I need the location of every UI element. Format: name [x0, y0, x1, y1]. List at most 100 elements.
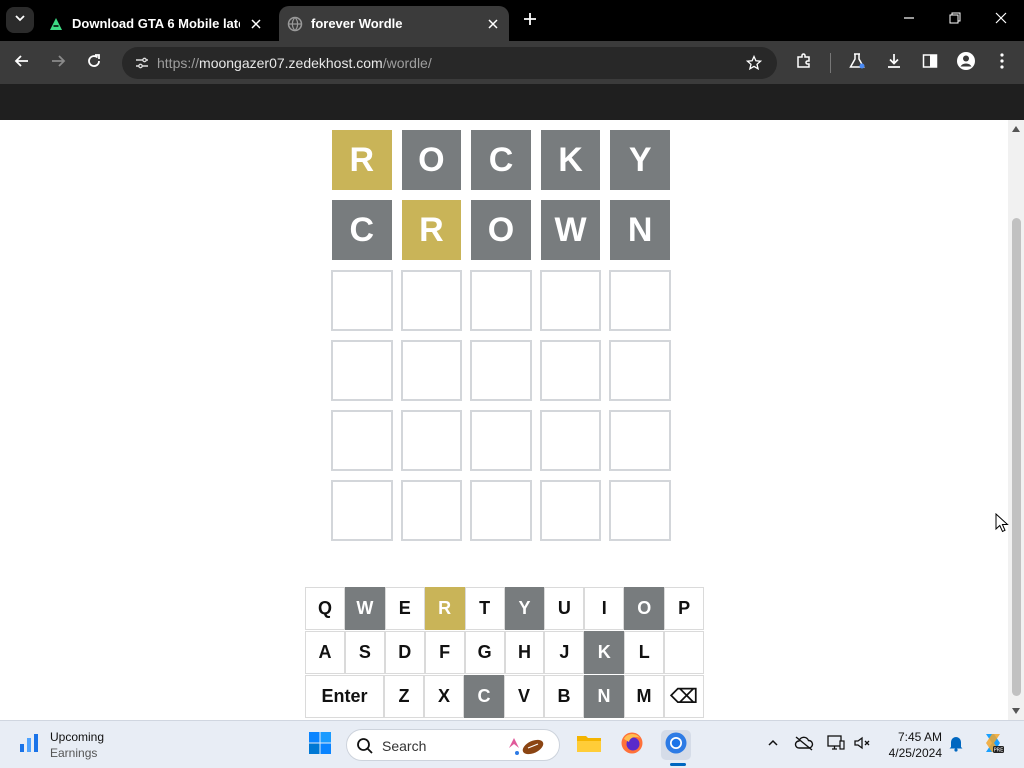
key-r[interactable]: R	[424, 587, 465, 630]
volume-tray-icon[interactable]	[852, 735, 872, 755]
browser-menu-button[interactable]	[988, 49, 1016, 77]
side-panel-icon	[921, 52, 939, 75]
close-icon[interactable]	[483, 14, 503, 34]
copilot-icon: PRE	[981, 731, 1005, 760]
enter-key[interactable]: Enter	[305, 675, 384, 718]
key-t[interactable]: T	[464, 587, 505, 630]
reload-button[interactable]	[80, 49, 108, 77]
tile-empty	[400, 270, 463, 331]
close-icon	[995, 11, 1007, 29]
tile-empty	[400, 480, 463, 541]
key-u[interactable]: U	[544, 587, 585, 630]
key-y[interactable]: Y	[504, 587, 545, 630]
tile-present: R	[401, 200, 462, 260]
key-f[interactable]: F	[424, 631, 465, 674]
browser-toolbar: https://moongazer07.zedekhost.com/wordle…	[0, 41, 1024, 84]
file-explorer-taskbar-button[interactable]	[574, 730, 604, 760]
firefox-taskbar-button[interactable]	[617, 730, 647, 760]
close-icon[interactable]	[246, 14, 266, 34]
tab-gta6-download[interactable]: Download GTA 6 Mobile latest	[40, 6, 272, 41]
windows-logo-icon	[308, 731, 332, 760]
downloads-button[interactable]	[880, 49, 908, 77]
minimize-button[interactable]	[897, 9, 921, 31]
keyboard-row: ASDFGHJKL	[305, 631, 705, 674]
key-i[interactable]: I	[584, 587, 625, 630]
key-s[interactable]: S	[344, 631, 385, 674]
tile-empty	[539, 270, 602, 331]
onedrive-tray-icon[interactable]	[794, 735, 814, 755]
tile-empty	[470, 480, 532, 541]
restore-button[interactable]	[943, 9, 967, 31]
site-settings-icon[interactable]	[130, 51, 154, 75]
labs-button[interactable]	[843, 49, 871, 77]
copilot-button[interactable]: PRE	[980, 732, 1006, 758]
clock-date: 4/25/2024	[888, 746, 942, 760]
tile-absent: O	[471, 200, 531, 260]
chevron-down-icon	[14, 11, 26, 29]
key-b[interactable]: B	[544, 675, 584, 718]
key-a[interactable]: A	[305, 631, 345, 674]
search-label: Search	[382, 738, 427, 754]
bookmark-star-icon[interactable]	[743, 52, 765, 74]
forward-button[interactable]	[44, 49, 72, 77]
wordle-page: ROCKYCROWN Q W E R T Y U I O P A S D F G H J K L Enter Z X C V B…	[0, 120, 1008, 720]
monitor-icon	[827, 734, 845, 756]
svg-text:PRE: PRE	[994, 747, 1004, 753]
scroll-up-icon[interactable]	[1011, 124, 1021, 134]
key-n[interactable]: N	[584, 675, 624, 718]
key-k[interactable]: K	[584, 631, 625, 674]
key-x[interactable]: X	[424, 675, 464, 718]
backspace-key[interactable]: ⌫	[664, 675, 704, 718]
backspace-icon: ⌫	[669, 686, 699, 708]
key-p[interactable]: P	[664, 587, 705, 630]
show-hidden-icons-button[interactable]	[763, 735, 783, 755]
tile-empty	[609, 410, 671, 471]
tile-empty	[331, 270, 393, 331]
key-e[interactable]: E	[384, 587, 425, 630]
close-window-button[interactable]	[989, 9, 1013, 31]
tab-forever-wordle[interactable]: forever Wordle	[279, 6, 509, 41]
board-row	[331, 410, 671, 471]
chrome-taskbar-button[interactable]	[661, 730, 691, 760]
key-g[interactable]: G	[464, 631, 505, 674]
key-d[interactable]: D	[384, 631, 425, 674]
widgets-button[interactable]: Upcoming Earnings	[18, 729, 104, 761]
url-scheme: https://	[157, 55, 200, 71]
address-bar[interactable]: https://moongazer07.zedekhost.com/wordle…	[122, 47, 777, 79]
scroll-down-icon[interactable]	[1011, 706, 1021, 716]
page-scrollbar[interactable]	[1008, 120, 1024, 720]
folder-icon	[576, 732, 602, 759]
cloud-off-icon	[794, 735, 814, 756]
key-o[interactable]: O	[624, 587, 665, 630]
key-h[interactable]: H	[504, 631, 545, 674]
key-v[interactable]: V	[504, 675, 544, 718]
tab-search-button[interactable]	[6, 7, 34, 33]
system-clock[interactable]: 7:45 AM 4/25/2024	[878, 729, 942, 761]
key-q[interactable]: Q	[305, 587, 345, 630]
taskbar-search[interactable]: Search	[346, 729, 560, 761]
key-l[interactable]: L	[624, 631, 665, 674]
profile-button[interactable]	[952, 49, 980, 77]
back-button[interactable]	[8, 49, 36, 77]
tile-empty	[539, 480, 602, 541]
side-panel-button[interactable]	[916, 49, 944, 77]
key-w[interactable]: W	[344, 587, 385, 630]
key-c[interactable]: C	[464, 675, 504, 718]
display-tray-icon[interactable]	[826, 734, 846, 756]
new-tab-button[interactable]	[519, 10, 541, 32]
game-board: ROCKYCROWN	[331, 130, 671, 550]
firefox-icon	[620, 731, 644, 760]
extensions-button[interactable]	[790, 49, 818, 77]
board-row	[331, 340, 671, 401]
key-j[interactable]: J	[544, 631, 585, 674]
tile-empty	[400, 410, 463, 471]
key-m[interactable]: M	[624, 675, 664, 718]
tile-empty	[470, 340, 532, 401]
key-z[interactable]: Z	[384, 675, 424, 718]
tile-empty	[539, 410, 602, 471]
tile-absent: K	[540, 130, 601, 190]
notifications-button[interactable]	[946, 735, 966, 755]
scrollbar-thumb[interactable]	[1012, 218, 1021, 696]
widget-subtitle: Earnings	[50, 746, 98, 760]
start-button[interactable]	[305, 730, 335, 760]
